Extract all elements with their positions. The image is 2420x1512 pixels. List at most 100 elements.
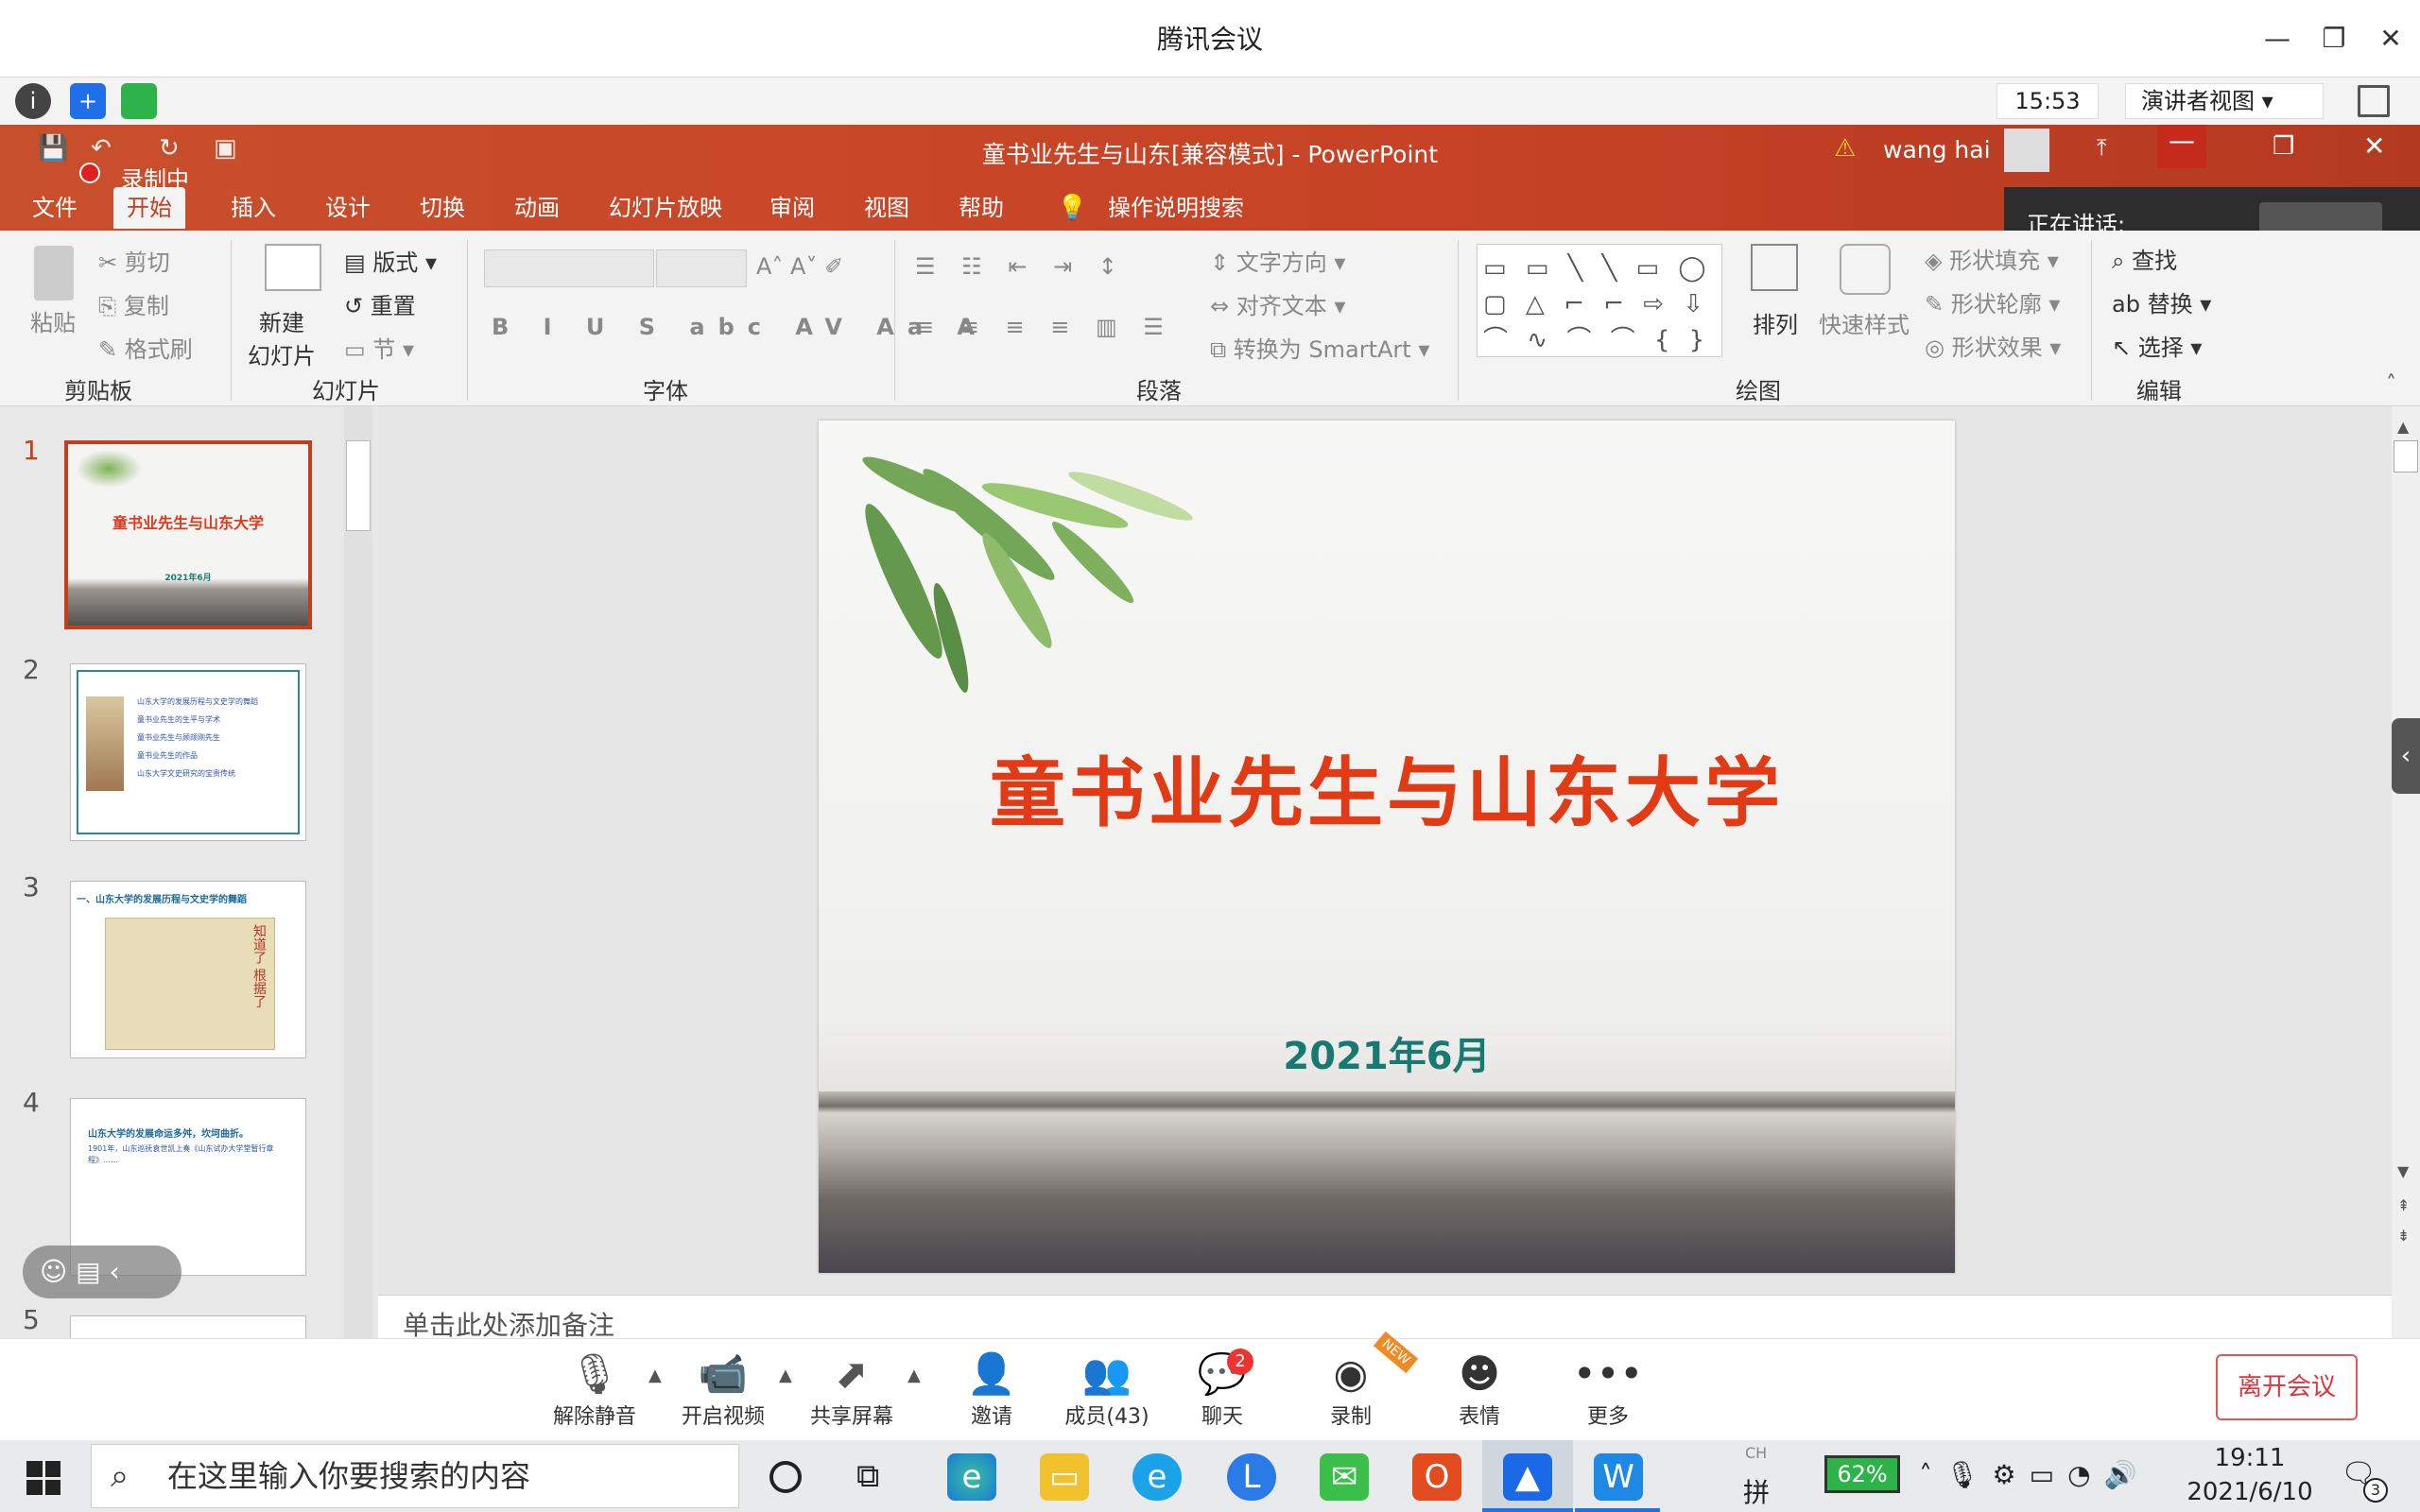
slide-date[interactable]: 2021年6月 (819, 1025, 1955, 1080)
info-icon[interactable]: i (15, 83, 51, 119)
shape-fill-button[interactable]: ◈ 形状填充 ▾ (1925, 242, 2059, 275)
office-icon[interactable]: O (1412, 1453, 1461, 1501)
save-icon[interactable]: 💾 (38, 134, 68, 163)
user-name[interactable]: wang hai (1883, 136, 1991, 163)
start-video-button[interactable]: 📹 开启视频 (671, 1349, 775, 1430)
text-direction-button[interactable]: ⇕ 文字方向 ▾ (1210, 244, 1345, 277)
chat-button[interactable]: 💬 聊天 (1170, 1349, 1274, 1430)
tab-design[interactable]: 设计 (312, 187, 384, 229)
members-button[interactable]: 👥 成员(43) (1055, 1349, 1159, 1430)
arrange-icon[interactable] (1751, 244, 1798, 291)
quick-styles-icon[interactable] (1840, 244, 1891, 295)
slide-thumbnail-2[interactable]: 山东大学的发展历程与文史学的舞蹈 童书业先生的生平与学术 童书业先生与顾颉刚先生… (70, 663, 306, 841)
tab-animations[interactable]: 动画 (501, 187, 573, 229)
prev-slide-icon[interactable]: ⇞ (2397, 1196, 2410, 1214)
current-slide[interactable]: 童书业先生与山东大学 2021年6月 (819, 421, 1955, 1273)
ribbon-display-icon[interactable]: ⤒ (2097, 134, 2107, 161)
shape-effects-button[interactable]: ◎ 形状效果 ▾ (1925, 329, 2061, 362)
fullscreen-icon[interactable] (2358, 85, 2390, 117)
tab-view[interactable]: 视图 (851, 187, 923, 229)
shapes-gallery[interactable]: ▭ ▭ ╲ ╲ ▭ ◯ ▢ △ ⌐ ⌐ ⇨ ⇩ ⌒ ∿ ⌒ ⌒ { } (1477, 244, 1722, 357)
list-buttons[interactable]: ☰ ☷ ⇤ ⇥ ↕ (915, 253, 1127, 280)
close-button[interactable]: ✕ (2369, 17, 2412, 60)
record-button[interactable]: ◉ 录制 (1299, 1349, 1403, 1430)
more-button[interactable]: ••• 更多 (1556, 1349, 1660, 1430)
tell-me-search[interactable]: 操作说明搜索 (1095, 187, 1257, 229)
tab-insert[interactable]: 插入 (217, 187, 289, 229)
slide-title[interactable]: 童书业先生与山东大学 (819, 732, 1955, 842)
tencent-meeting-taskbar-item[interactable]: ▲ (1482, 1440, 1573, 1512)
quick-styles-button[interactable]: 快速样式 (1819, 306, 1910, 339)
slide-thumbnail-5[interactable] (70, 1315, 306, 1338)
slide-thumbnail-1[interactable]: 童书业先生与山东大学 2021年6月 (64, 440, 312, 629)
shape-outline-button[interactable]: ✎ 形状轮廓 ▾ (1925, 285, 2060, 318)
thumbnail-scroll-thumb[interactable] (346, 440, 371, 531)
tab-slideshow[interactable]: 幻灯片放映 (596, 187, 735, 229)
tab-help[interactable]: 帮助 (945, 187, 1017, 229)
slideshow-from-start-icon[interactable]: ▣ (214, 134, 237, 163)
edge-icon[interactable]: e (947, 1453, 996, 1501)
battery-indicator[interactable]: 62% (1824, 1455, 1900, 1493)
emoji-button[interactable]: ☻ 表情 (1427, 1349, 1531, 1430)
align-buttons[interactable]: ≡ ≡ ≡ ≡ ▥ ☰ (915, 314, 1173, 340)
font-size-buttons[interactable]: A˄ A˅ ✐ (756, 253, 843, 280)
wechat-icon[interactable]: ✉ (1320, 1453, 1369, 1501)
smartart-button[interactable]: ⧉ 转换为 SmartArt ▾ (1210, 331, 1429, 364)
side-panel-toggle-icon[interactable]: ‹ (2392, 718, 2420, 794)
thumbnail-scrollbar[interactable] (344, 406, 372, 1338)
editor-scrollbar[interactable]: ▲ ‹ ▼ ⇞ ⇟ (2392, 406, 2420, 1338)
slide-thumbnail-3[interactable]: 一、山东大学的发展历程与文史学的舞蹈 知道了 根据了 (70, 881, 306, 1058)
ppt-close-button[interactable]: ✕ (2363, 130, 2385, 162)
windows-start-icon[interactable] (26, 1461, 60, 1495)
redo-icon[interactable]: ↻ (159, 134, 180, 163)
system-tray-icons[interactable]: ˄🎙⚙▭◔🔊 (1919, 1459, 2150, 1490)
cut-button[interactable]: ✂ 剪切 (98, 244, 170, 277)
minimize-button[interactable]: — (2256, 17, 2299, 60)
ppt-restore-button[interactable]: ❐ (2273, 132, 2294, 161)
share-screen-button[interactable]: ⬈ 共享屏幕 (800, 1349, 904, 1430)
share-options-icon[interactable]: ▲ (908, 1366, 921, 1385)
section-button[interactable]: ▭ 节 ▾ (344, 331, 414, 364)
video-options-icon[interactable]: ▲ (779, 1366, 792, 1385)
app-l-icon[interactable]: L (1227, 1453, 1276, 1501)
presenter-view-dropdown[interactable]: 演讲者视图 ▾ (2125, 83, 2324, 119)
paste-icon[interactable] (34, 246, 74, 301)
ppt-taskbar-item[interactable]: W (1575, 1440, 1660, 1512)
leave-meeting-button[interactable]: 离开会议 (2216, 1354, 2358, 1420)
copy-button[interactable]: ⎘ 复制 (98, 287, 169, 320)
layout-button[interactable]: ▤ 版式 ▾ (344, 244, 437, 277)
tab-home[interactable]: 开始 (113, 187, 185, 229)
new-slide-button[interactable]: 新建 幻灯片 (248, 304, 316, 370)
browser-icon[interactable]: e (1132, 1453, 1182, 1501)
scroll-down-icon[interactable]: ▼ (2397, 1162, 2409, 1180)
avatar[interactable] (2004, 129, 2049, 172)
font-format-buttons[interactable]: B I U S abc AV Aa A (492, 314, 988, 340)
taskbar-search-input[interactable]: ⌕ 在这里输入你要搜索的内容 (91, 1444, 739, 1508)
replace-button[interactable]: ab 替换 ▾ (2112, 285, 2211, 318)
tab-transitions[interactable]: 切换 (406, 187, 478, 229)
font-name-select[interactable] (484, 249, 654, 287)
file-explorer-icon[interactable]: ▭ (1040, 1453, 1089, 1501)
editor-scroll-thumb[interactable] (2394, 440, 2418, 472)
align-text-button[interactable]: ⇔ 对齐文本 ▾ (1210, 287, 1345, 320)
arrange-button[interactable]: 排列 (1753, 306, 1798, 339)
ppt-minimize-button[interactable]: — (2157, 125, 2206, 168)
reset-button[interactable]: ↺ 重置 (344, 287, 416, 320)
ime-pinyin-label[interactable]: 拼 (1743, 1472, 1770, 1510)
cortana-icon[interactable] (769, 1461, 802, 1493)
tab-file[interactable]: 文件 (19, 187, 91, 229)
signal-icon[interactable] (121, 83, 157, 119)
paste-button[interactable]: 粘贴 (30, 304, 76, 337)
new-slide-icon[interactable] (265, 244, 321, 291)
audio-options-icon[interactable]: ▲ (648, 1366, 662, 1385)
task-view-icon[interactable]: ⧉ (856, 1457, 879, 1495)
invite-button[interactable]: 👤 邀请 (940, 1349, 1044, 1430)
collapse-ribbon-icon[interactable]: ˄ (2386, 372, 2396, 396)
undo-icon[interactable]: ↶ (91, 134, 112, 163)
select-button[interactable]: ↖ 选择 ▾ (2112, 329, 2202, 362)
next-slide-icon[interactable]: ⇟ (2397, 1227, 2410, 1245)
floating-emoji-chat-bar[interactable]: ☺ ▤ ‹ (23, 1246, 182, 1298)
unmute-button[interactable]: 🎙 解除静音 (543, 1349, 647, 1430)
scroll-up-icon[interactable]: ▲ (2397, 418, 2409, 436)
tab-review[interactable]: 审阅 (756, 187, 828, 229)
